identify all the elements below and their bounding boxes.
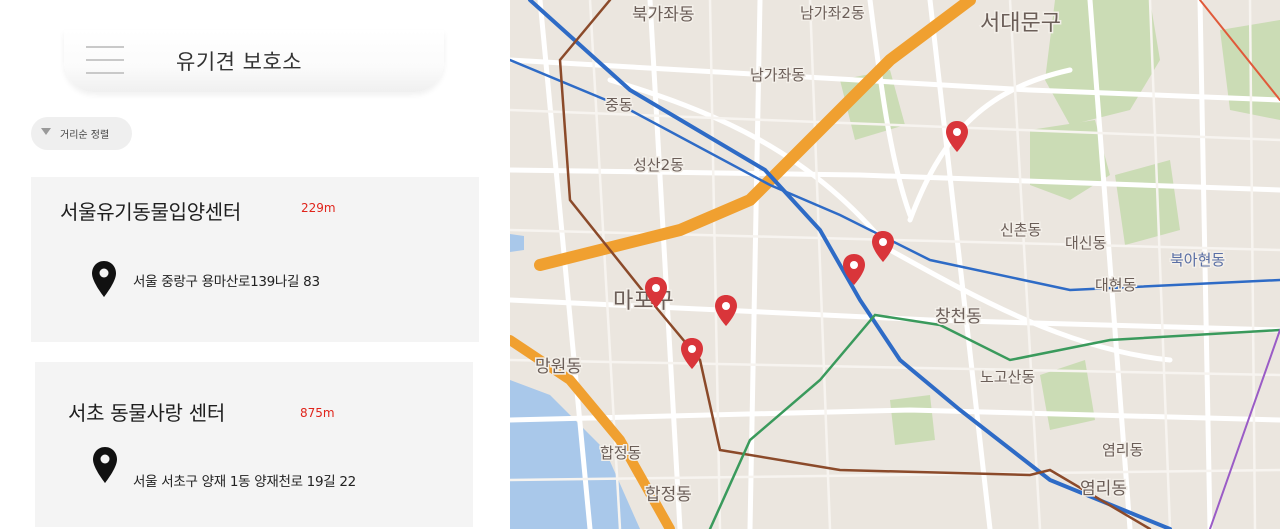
shelter-name: 서초 동물사랑 센터 [68,401,225,425]
map-label: 북아현동 [1170,251,1225,269]
shelter-distance: 875m [300,406,335,420]
map-label: 대현동 [1095,276,1137,294]
map-label: 노고산동 [980,368,1035,386]
map-label: 성산2동 [633,156,684,174]
map-label: 남가좌동 [750,66,805,84]
map-label: 염리동 [1080,479,1127,499]
map-canvas[interactable]: 북가좌동 남가좌2동 서대문구 남가좌동 중동 성산2동 신촌동 대신동 북아현… [510,0,1280,529]
map-label: 망원동 [535,357,582,377]
shelter-name: 서울유기동물입양센터 [60,200,241,224]
map-label: 중동 [605,96,633,114]
shelter-card[interactable]: 서초 동물사랑 센터 875m 서울 서초구 양재 1동 양재천로 19길 22 [35,362,473,527]
map-label: 서대문구 [980,11,1061,36]
shelter-distance: 229m [301,201,336,215]
shelter-card[interactable]: 서울유기동물입양센터 229m 서울 중랑구 용마산로139나길 83 [31,177,479,342]
sort-label: 거리순 정렬 [60,130,110,141]
shelter-list-panel: 유기견 보호소 거리순 정렬 서울유기동물입양센터 229m 서울 중랑구 용마… [0,0,510,529]
sort-distance-button[interactable]: 거리순 정렬 [31,117,132,150]
location-pin-icon [92,261,116,297]
map-label: 신촌동 [1000,221,1042,239]
map-label: 북가좌동 [632,5,695,25]
shelter-address: 서울 중랑구 용마산로139나길 83 [133,274,320,290]
map-label: 남가좌2동 [800,4,865,22]
app-header: 유기견 보호소 [64,30,444,92]
map-label: 합정동 [600,444,642,462]
map-label: 창천동 [935,307,982,327]
page-title: 유기견 보호소 [176,50,303,74]
hamburger-menu-icon[interactable] [86,44,124,76]
map-label: 합정동 [645,485,692,505]
shelter-address: 서울 서초구 양재 1동 양재천로 19길 22 [133,474,356,490]
river-inlet [510,234,524,252]
location-pin-icon [93,447,117,483]
map-label: 염리동 [1102,441,1144,459]
dropdown-triangle-icon [41,128,51,135]
map-label: 대신동 [1065,234,1107,252]
map-view[interactable]: 북가좌동 남가좌2동 서대문구 남가좌동 중동 성산2동 신촌동 대신동 북아현… [510,0,1280,529]
